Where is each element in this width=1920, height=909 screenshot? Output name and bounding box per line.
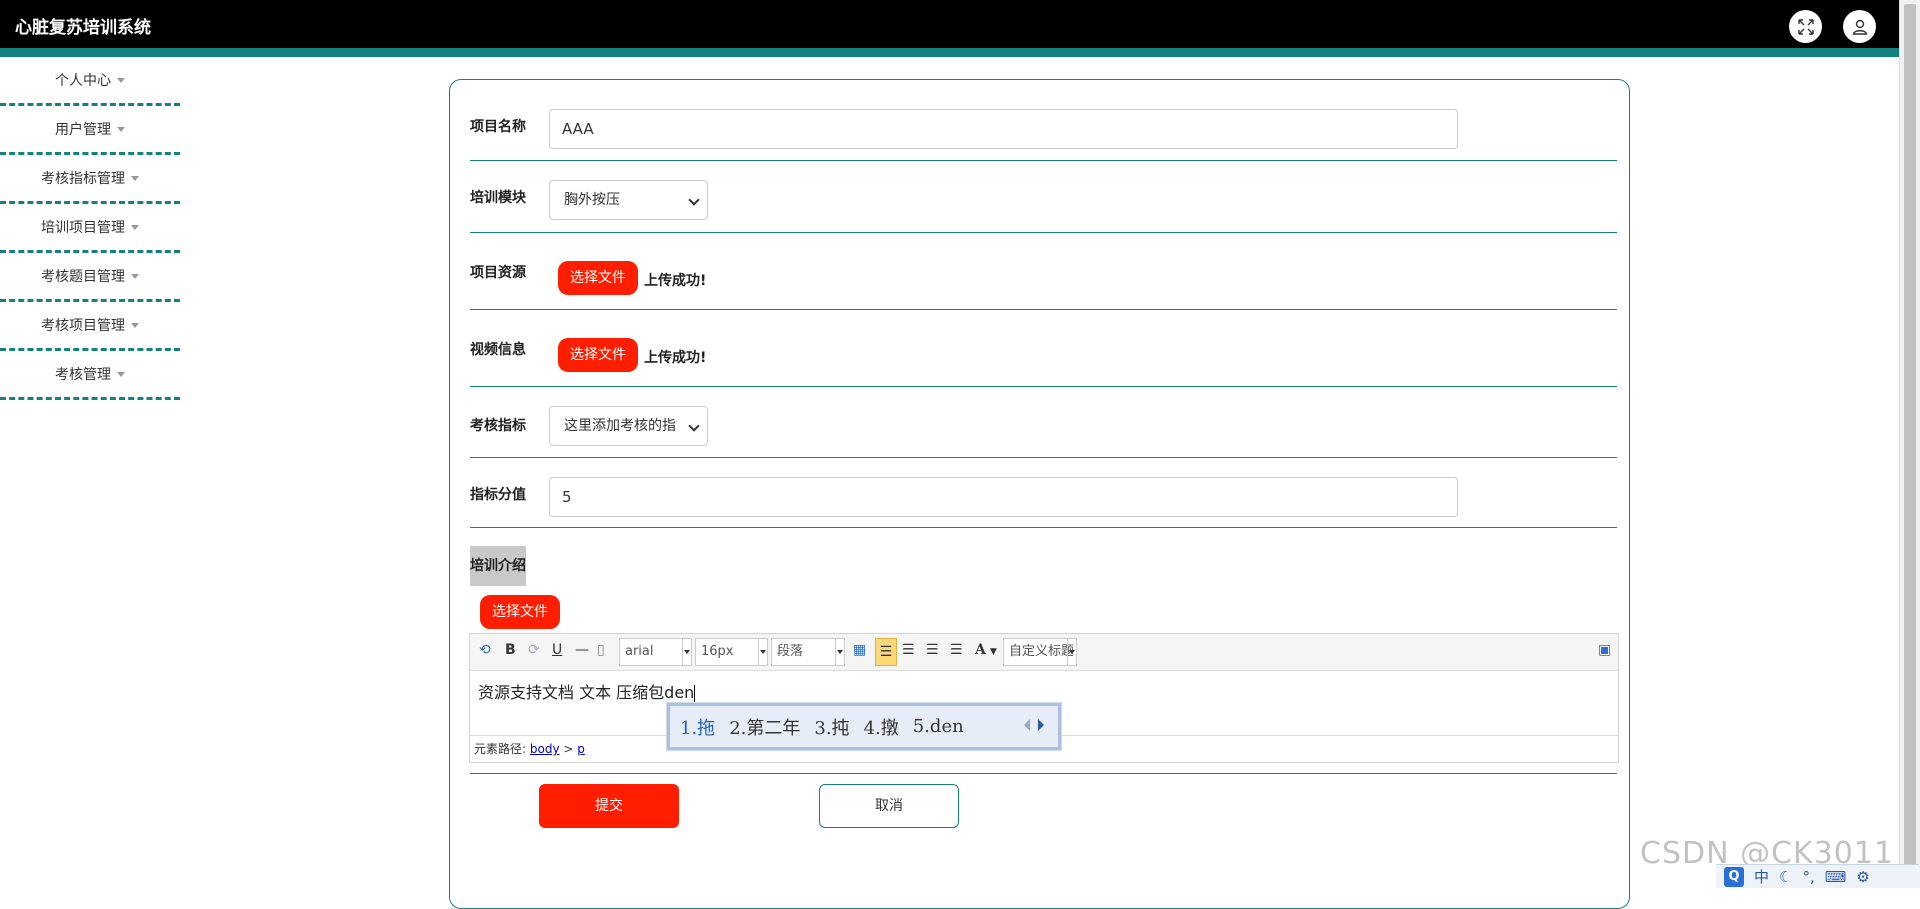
ime-logo-icon[interactable]: Q — [1724, 866, 1744, 887]
form-row-indicator-score: 指标分值 5 — [470, 458, 1617, 528]
ime-prev-icon[interactable] — [1022, 718, 1032, 732]
editor-toolbar: ⟲ B ⟳ U — ▯ arial 16px 段落 ▦ ☰ ☰ ☰ ☰ A ▼ … — [470, 634, 1618, 671]
sidebar-item-question-management[interactable]: 考核题目管理 — [0, 253, 180, 302]
table-icon[interactable]: ▦ — [853, 642, 866, 658]
bold-button[interactable]: B — [505, 642, 516, 658]
fullscreen-editor-icon[interactable]: ▣ — [1598, 642, 1611, 658]
caret-down-icon — [131, 224, 139, 230]
indicator-score-label: 指标分值 — [470, 487, 526, 503]
indicator-score-input[interactable]: 5 — [549, 477, 1458, 517]
project-name-label: 项目名称 — [470, 119, 526, 135]
paragraph-format-select[interactable]: 段落 — [771, 638, 845, 666]
caret-down-icon — [117, 126, 125, 132]
top-accent-strip — [0, 48, 1899, 57]
cancel-button[interactable]: 取消 — [819, 784, 959, 828]
scrollbar-thumb[interactable] — [1904, 4, 1916, 874]
punctuation-icon[interactable]: °, — [1802, 868, 1814, 886]
form-row-training-module: 培训模块 胸外按压 — [470, 161, 1617, 233]
caret-down-icon — [131, 273, 139, 279]
keyboard-icon[interactable]: ⌨ — [1825, 868, 1847, 886]
training-intro-choose-file-button[interactable]: 选择文件 — [480, 595, 560, 629]
text-cursor — [694, 685, 696, 702]
align-left-icon[interactable]: ☰ — [875, 638, 897, 666]
ime-page-arrows — [1022, 718, 1046, 732]
assessment-indicator-select[interactable]: 这里添加考核的指 — [549, 406, 708, 446]
undo-icon[interactable]: ⟲ — [479, 642, 491, 658]
ime-language-indicator[interactable]: 中 — [1754, 866, 1769, 887]
underline-button[interactable]: U — [552, 642, 562, 658]
editor-content-text: 资源支持文档 文本 压缩包den — [478, 683, 695, 702]
fullscreen-icon[interactable] — [1789, 10, 1822, 43]
dropdown-arrow-icon — [758, 639, 767, 665]
caret-down-icon — [117, 371, 125, 377]
caret-down-icon — [131, 175, 139, 181]
sidebar-item-assessment-management[interactable]: 考核管理 — [0, 351, 180, 400]
training-module-select[interactable]: 胸外按压 — [549, 180, 708, 220]
horizontal-rule-icon[interactable]: — — [575, 642, 589, 658]
top-bar: 心脏复苏培训系统 — [0, 0, 1899, 48]
redo-icon[interactable]: ⟳ — [528, 642, 540, 658]
path-link-p[interactable]: p — [577, 742, 585, 756]
dropdown-arrow-icon — [1067, 639, 1076, 665]
video-info-choose-file-button[interactable]: 选择文件 — [558, 338, 638, 372]
project-name-input[interactable]: AAA — [549, 109, 1458, 149]
align-center-icon[interactable]: ☰ — [926, 642, 939, 658]
ime-next-icon[interactable] — [1036, 718, 1046, 732]
caret-down-icon — [117, 77, 125, 83]
blank-page-icon[interactable]: ▯ — [597, 642, 605, 658]
dropdown-arrow-icon — [682, 639, 691, 665]
font-family-select[interactable]: arial — [619, 638, 692, 666]
settings-icon[interactable]: ⚙ — [1856, 868, 1869, 886]
assessment-indicator-label: 考核指标 — [470, 418, 526, 434]
ime-tray: Q 中 ☾ °, ⌨ ⚙ — [1716, 864, 1919, 888]
chevron-down-icon — [688, 194, 700, 206]
form-row-project-name: 项目名称 AAA — [470, 90, 1617, 161]
dropdown-arrow-icon — [835, 639, 844, 665]
video-info-label: 视频信息 — [470, 342, 526, 358]
font-size-select[interactable]: 16px — [695, 638, 768, 666]
form-row-project-resource: 项目资源 选择文件 上传成功! — [470, 233, 1617, 310]
ime-candidate[interactable]: 5.den — [913, 716, 964, 737]
align-justify-icon[interactable]: ☰ — [950, 642, 963, 658]
sidebar-item-assessment-project-management[interactable]: 考核项目管理 — [0, 302, 180, 351]
project-resource-label: 项目资源 — [470, 265, 526, 281]
path-link-body[interactable]: body — [530, 742, 560, 756]
ime-candidate-popup: 1.拖 2.第二年 3.扽 4.撴 5.den — [667, 703, 1061, 750]
sidebar-item-personal-center[interactable]: 个人中心 — [0, 57, 180, 106]
form-row-assessment-indicator: 考核指标 这里添加考核的指 — [470, 387, 1617, 458]
align-right-icon[interactable]: ☰ — [902, 642, 915, 658]
ime-candidate[interactable]: 3.扽 — [814, 714, 849, 740]
ime-candidate[interactable]: 4.撴 — [864, 714, 899, 740]
ime-candidate[interactable]: 2.第二年 — [729, 714, 800, 740]
moon-icon[interactable]: ☾ — [1779, 868, 1792, 886]
sidebar-item-user-management[interactable]: 用户管理 — [0, 106, 180, 155]
page-scrollbar[interactable] — [1899, 0, 1920, 888]
training-module-label: 培训模块 — [470, 190, 526, 206]
sidebar: 个人中心 用户管理 考核指标管理 培训项目管理 考核题目管理 考核项目管理 考核… — [0, 57, 180, 400]
font-color-dropdown-icon[interactable]: ▼ — [990, 647, 997, 657]
training-intro-label: 培训介绍 — [470, 546, 526, 586]
chevron-down-icon — [688, 420, 700, 432]
font-color-button[interactable]: A — [975, 642, 986, 658]
caret-down-icon — [131, 322, 139, 328]
submit-button[interactable]: 提交 — [539, 784, 679, 828]
video-info-status: 上传成功! — [644, 350, 707, 366]
sidebar-item-training-project-management[interactable]: 培训项目管理 — [0, 204, 180, 253]
project-resource-choose-file-button[interactable]: 选择文件 — [558, 261, 638, 295]
sidebar-item-indicator-management[interactable]: 考核指标管理 — [0, 155, 180, 204]
custom-title-select[interactable]: 自定义标题 — [1003, 638, 1077, 666]
app-title: 心脏复苏培训系统 — [15, 18, 151, 38]
form-row-video-info: 视频信息 选择文件 上传成功! — [470, 310, 1617, 387]
project-resource-status: 上传成功! — [644, 273, 707, 289]
ime-candidate[interactable]: 1.拖 — [680, 714, 715, 740]
user-icon[interactable] — [1843, 10, 1876, 43]
